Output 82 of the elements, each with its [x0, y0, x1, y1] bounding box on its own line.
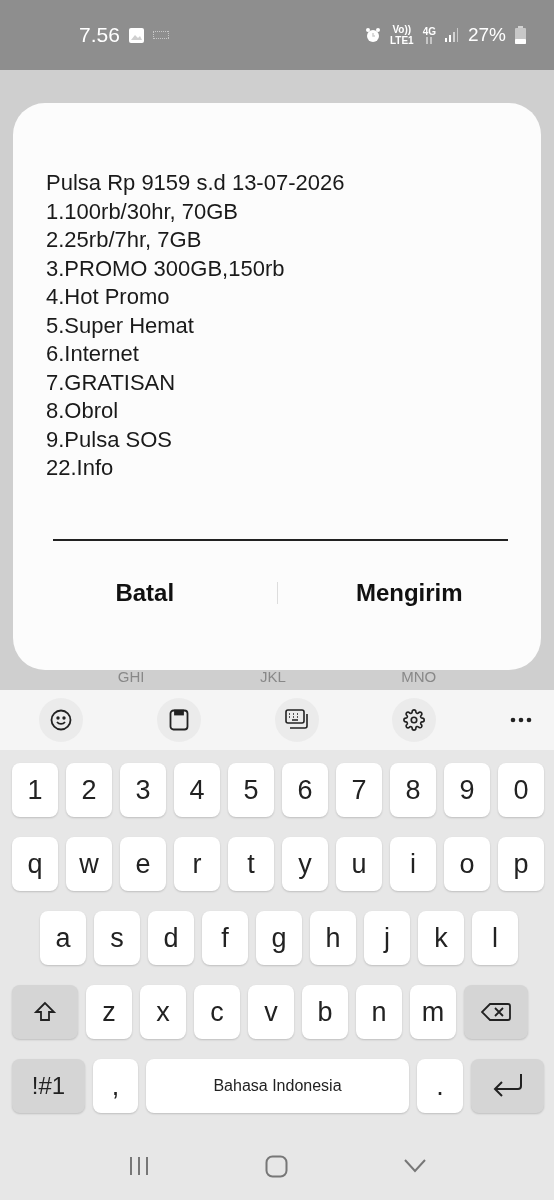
clipboard-icon: [168, 709, 189, 731]
number-key[interactable]: 4: [174, 763, 220, 817]
network-label: 4G: [422, 26, 436, 37]
message-line: 1.100rb/30hr, 70GB: [46, 197, 240, 226]
backspace-key[interactable]: [464, 985, 528, 1039]
period-key[interactable]: .: [417, 1059, 463, 1113]
number-key[interactable]: 2: [66, 763, 112, 817]
letter-key[interactable]: p: [498, 837, 544, 891]
up-arrow-icon: [33, 1000, 57, 1024]
image-icon: [128, 27, 144, 43]
message-line: 6.Internet: [46, 340, 140, 368]
letter-key[interactable]: v: [248, 985, 294, 1039]
letter-key[interactable]: q: [12, 837, 58, 891]
letter-key[interactable]: f: [202, 911, 248, 965]
battery-percent: 27%: [467, 24, 506, 46]
more-icon[interactable]: [510, 717, 532, 723]
letter-key[interactable]: o: [444, 837, 490, 891]
clipboard-button[interactable]: [156, 698, 201, 742]
lte-label: LTE1: [389, 35, 414, 46]
letter-key[interactable]: c: [194, 985, 240, 1039]
letter-key[interactable]: j: [364, 911, 410, 965]
cancel-button[interactable]: Batal: [13, 570, 277, 615]
battery-icon: [515, 26, 526, 44]
volte-label: Vo)): [392, 24, 412, 35]
letter-key[interactable]: l: [472, 911, 518, 965]
number-key[interactable]: 9: [444, 763, 490, 817]
message-line: 5.Super Hemat: [46, 311, 195, 340]
number-key[interactable]: 6: [282, 763, 328, 817]
reply-input-field[interactable]: [53, 538, 508, 541]
letter-key[interactable]: b: [302, 985, 348, 1039]
enter-key[interactable]: [471, 1059, 544, 1113]
number-key[interactable]: 8: [390, 763, 436, 817]
clock-time: 7.56: [79, 23, 120, 47]
letter-key[interactable]: t: [228, 837, 274, 891]
keypad-letters: MNO: [401, 667, 437, 685]
letter-key[interactable]: s: [94, 911, 140, 965]
message-line: 4.Hot Promo: [46, 283, 171, 311]
keyboard-mode-button[interactable]: [274, 698, 319, 742]
letter-key[interactable]: y: [282, 837, 328, 891]
home-button[interactable]: [265, 1154, 289, 1178]
emoji-button[interactable]: [39, 698, 83, 742]
smiley-icon: [50, 709, 72, 731]
recents-button[interactable]: [127, 1155, 150, 1177]
shift-key[interactable]: [12, 985, 78, 1039]
keypad-letters: JKL: [259, 667, 286, 685]
number-key[interactable]: 0: [498, 763, 544, 817]
message-line: 7.GRATISAN: [46, 368, 177, 397]
letter-key[interactable]: m: [410, 985, 456, 1039]
letter-key[interactable]: w: [66, 837, 112, 891]
letter-key[interactable]: h: [310, 911, 356, 965]
message-line: 3.PROMO 300GB,150rb: [46, 254, 286, 283]
message-line: 2.25rb/7hr, 7GB: [46, 226, 203, 254]
number-key[interactable]: 3: [120, 763, 166, 817]
number-key[interactable]: 7: [336, 763, 382, 817]
message-line: 9.Pulsa SOS: [46, 425, 173, 454]
letter-key[interactable]: e: [120, 837, 166, 891]
number-key[interactable]: 5: [228, 763, 274, 817]
letter-key[interactable]: k: [418, 911, 464, 965]
send-button[interactable]: Mengirim: [277, 570, 541, 615]
letter-key[interactable]: i: [390, 837, 436, 891]
letter-key[interactable]: g: [256, 911, 302, 965]
letter-key[interactable]: x: [140, 985, 186, 1039]
backspace-icon: [481, 1002, 511, 1022]
comma-key[interactable]: ,: [93, 1059, 138, 1113]
alarm-icon: [364, 27, 381, 43]
message-line: Pulsa Rp 9159 s.d 13-07-2026: [46, 169, 346, 197]
message-line: 22.Info: [46, 454, 115, 482]
keypad-letters: GHI: [117, 667, 145, 685]
letter-key[interactable]: n: [356, 985, 402, 1039]
letter-key[interactable]: a: [40, 911, 86, 965]
letter-key[interactable]: z: [86, 985, 132, 1039]
settings-button[interactable]: [392, 698, 437, 742]
signal-icon: [444, 28, 459, 42]
letter-key[interactable]: r: [174, 837, 220, 891]
space-key[interactable]: Bahasa Indonesia: [146, 1059, 409, 1113]
symbols-key[interactable]: !#1: [12, 1059, 85, 1113]
letter-key[interactable]: u: [336, 837, 382, 891]
back-button[interactable]: [404, 1159, 427, 1173]
letter-key[interactable]: d: [148, 911, 194, 965]
message-line: 8.Obrol: [46, 397, 120, 425]
number-key[interactable]: 1: [12, 763, 58, 817]
gear-icon: [403, 709, 426, 731]
